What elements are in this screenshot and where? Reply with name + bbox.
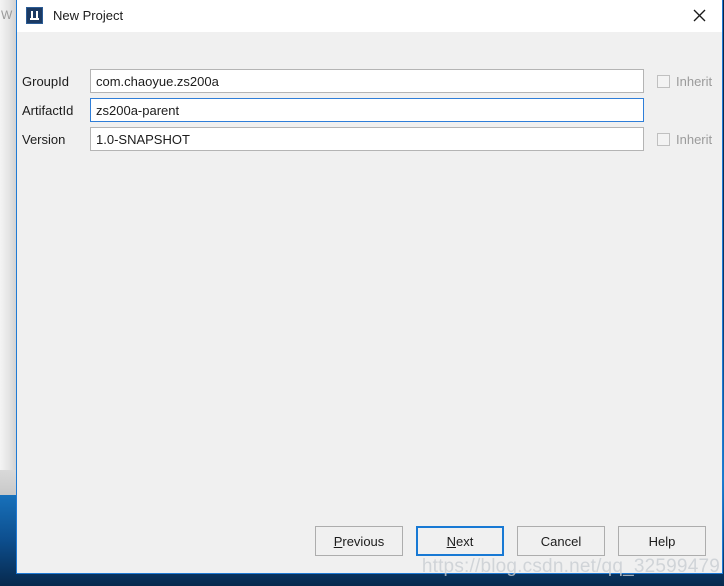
groupid-input[interactable]	[90, 69, 644, 93]
background-window: W	[0, 0, 16, 495]
groupid-inherit-checkbox[interactable]: Inherit	[657, 74, 712, 89]
cancel-button[interactable]: Cancel	[517, 526, 605, 556]
dialog-button-bar: Previous Next Cancel Help	[17, 509, 722, 573]
checkbox-box-icon	[657, 132, 670, 146]
version-input[interactable]	[90, 127, 644, 151]
help-button-label: Help	[648, 533, 676, 549]
new-project-dialog: New Project GroupId Inherit A	[16, 0, 723, 574]
previous-button-mnemonic: P	[333, 533, 343, 549]
form-row-groupid: GroupId Inherit	[17, 68, 722, 94]
dialog-title: New Project	[53, 8, 124, 23]
previous-button-label: revious	[342, 533, 385, 549]
background-window-text: W	[1, 8, 12, 22]
artifactid-input[interactable]	[90, 98, 644, 122]
close-icon-glyph	[693, 9, 705, 22]
groupid-label: GroupId	[22, 73, 69, 89]
previous-button[interactable]: Previous	[315, 526, 403, 556]
version-inherit-label: Inherit	[676, 131, 713, 147]
version-label: Version	[22, 131, 66, 147]
project-coordinates-form: GroupId Inherit ArtifactId Version Inher…	[17, 32, 722, 509]
checkbox-box-icon	[657, 74, 670, 88]
close-icon[interactable]	[676, 0, 722, 31]
next-button-label: ext	[456, 533, 474, 549]
dialog-titlebar: New Project	[17, 0, 722, 32]
next-button[interactable]: Next	[416, 526, 504, 556]
form-row-version: Version Inherit	[17, 126, 722, 152]
groupid-inherit-label: Inherit	[676, 73, 713, 89]
next-button-mnemonic: N	[446, 533, 457, 549]
version-inherit-checkbox[interactable]: Inherit	[657, 132, 712, 147]
background-window-strip	[0, 470, 16, 495]
form-row-artifactid: ArtifactId	[17, 97, 722, 123]
intellij-idea-icon	[26, 7, 43, 24]
desktop-backdrop: W New Project GroupId com.chaoyue.zs200a…	[0, 0, 724, 586]
artifactid-label: ArtifactId	[22, 102, 74, 118]
cancel-button-label: Cancel	[540, 533, 582, 549]
help-button[interactable]: Help	[618, 526, 706, 556]
